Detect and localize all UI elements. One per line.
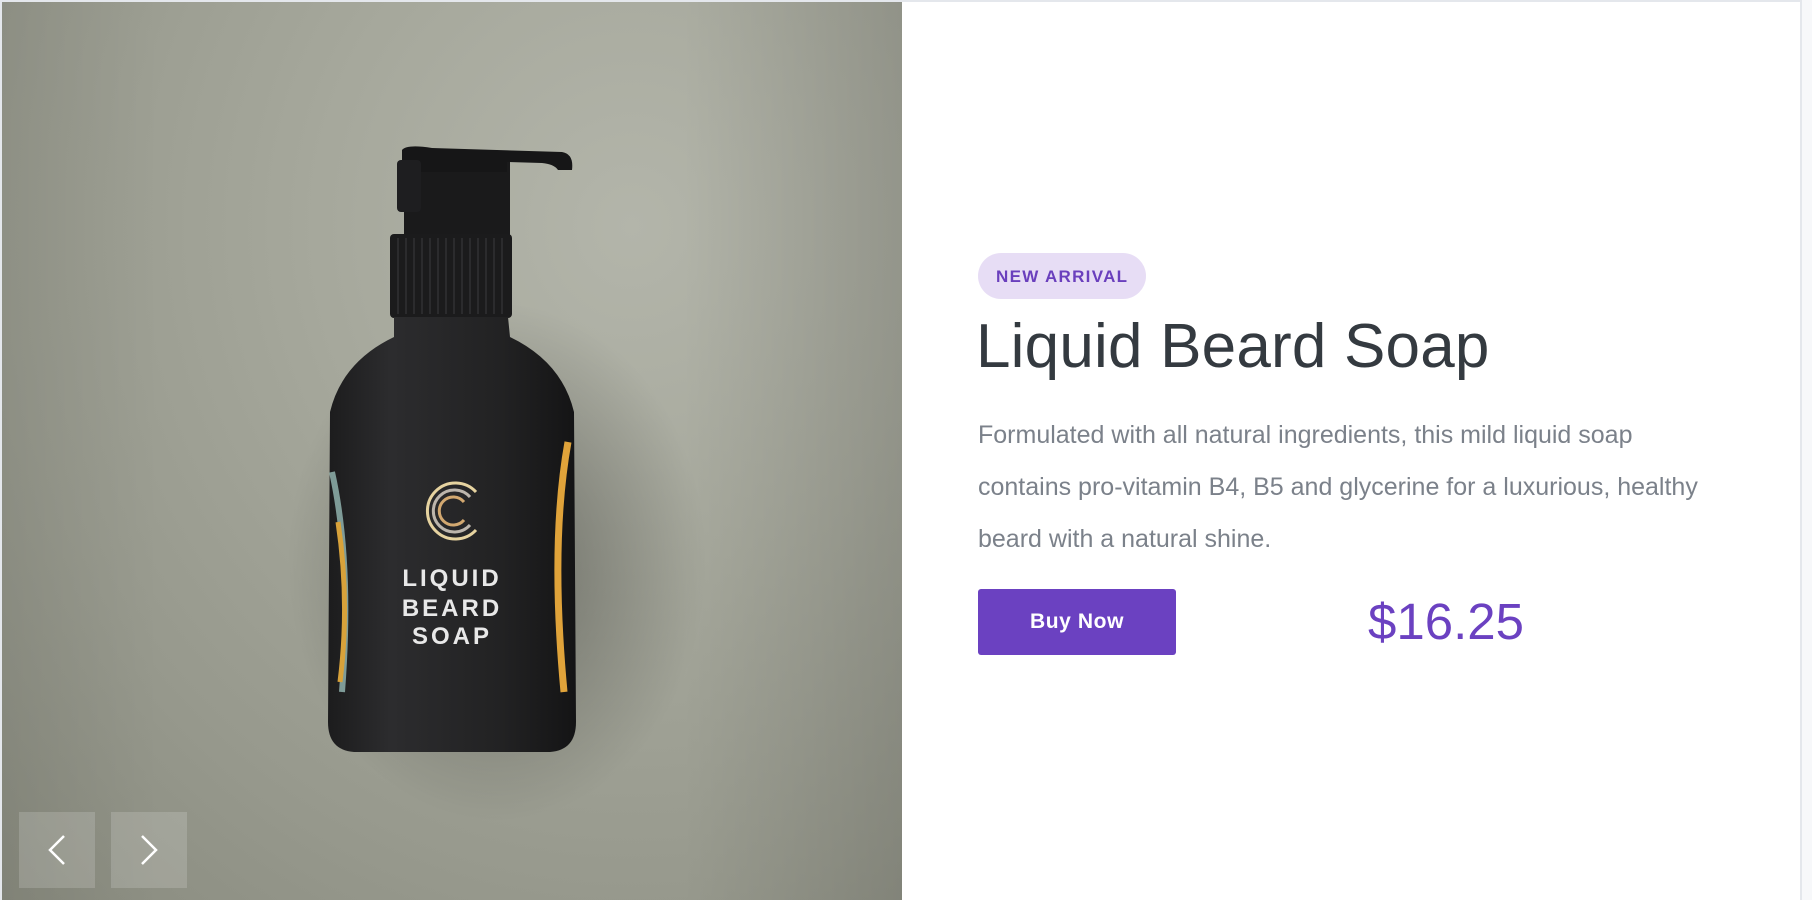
bottle-label-line-1: LIQUID (402, 565, 501, 592)
bottle-collar (390, 234, 512, 318)
pump-head (397, 146, 573, 242)
product-price: $16.25 (1368, 593, 1524, 650)
product-description: Formulated with all natural ingredients,… (978, 421, 1698, 553)
gallery-next-button[interactable] (111, 812, 187, 888)
bottle-label: LIQUID BEARD SOAP (402, 565, 502, 650)
product-title: Liquid Beard Soap (976, 312, 1490, 381)
page: LIQUID BEARD SOAP NEW ARRIVAL Liquid Bea… (0, 0, 1812, 900)
new-arrival-badge: NEW ARRIVAL (978, 253, 1147, 299)
bottle-label-line-3: SOAP (412, 623, 492, 650)
chevron-left-icon (48, 835, 65, 865)
product-photo-bottle: LIQUID BEARD SOAP (287, 146, 707, 822)
chevron-right-icon (141, 835, 158, 865)
buy-now-button[interactable]: Buy Now (978, 589, 1176, 655)
purchase-row: Buy Now $16.25 (978, 589, 1718, 655)
product-details: NEW ARRIVAL Liquid Beard Soap Formulated… (902, 2, 1800, 900)
bottle-body (328, 317, 576, 752)
bottle-label-line-2: BEARD (402, 595, 502, 622)
product-image-panel: LIQUID BEARD SOAP (2, 2, 902, 900)
product-details-content: NEW ARRIVAL Liquid Beard Soap Formulated… (976, 253, 1718, 655)
scrollbar-track[interactable] (1802, 0, 1812, 900)
product-card: LIQUID BEARD SOAP NEW ARRIVAL Liquid Bea… (0, 0, 1802, 900)
gallery-prev-button[interactable] (19, 812, 95, 888)
